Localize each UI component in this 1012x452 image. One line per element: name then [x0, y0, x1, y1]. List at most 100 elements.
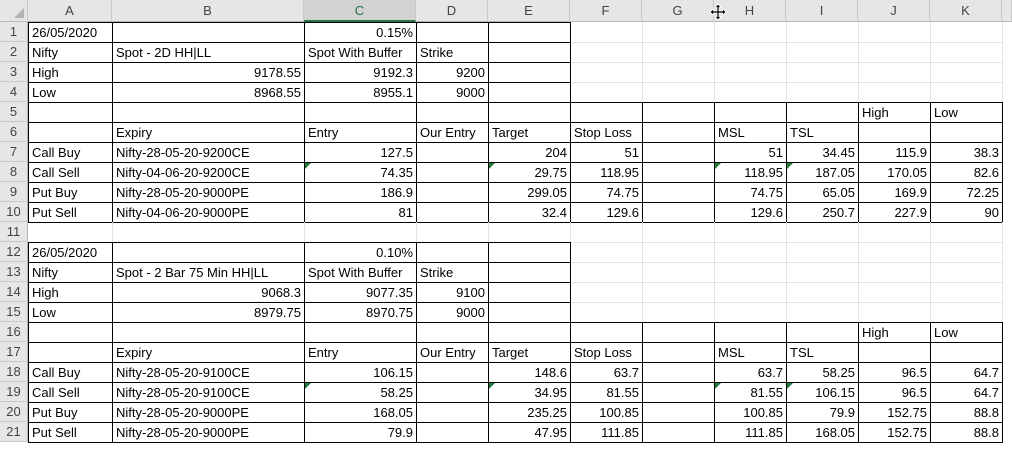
cell-k3[interactable]	[930, 62, 1003, 83]
cell-g10[interactable]	[642, 202, 715, 223]
row-header-12[interactable]: 12	[0, 242, 28, 262]
cell-i10[interactable]: 250.7	[786, 202, 859, 223]
row-header-5[interactable]: 5	[0, 102, 28, 122]
cell-h10[interactable]: 129.6	[714, 202, 787, 223]
cell-i13[interactable]	[786, 262, 859, 283]
cell-k13[interactable]	[930, 262, 1003, 283]
cell-c21[interactable]: 79.9	[304, 422, 417, 443]
row-header-14[interactable]: 14	[0, 282, 28, 302]
row-header-10[interactable]: 10	[0, 202, 28, 222]
cell-a6[interactable]	[28, 122, 113, 143]
cell-f8[interactable]: 118.95	[570, 162, 643, 183]
column-header-e[interactable]: E	[488, 0, 570, 22]
cell-b9[interactable]: Nifty-28-05-20-9000PE	[112, 182, 305, 203]
cell-b3[interactable]: 9178.55	[112, 62, 305, 83]
cell-k12[interactable]	[930, 242, 1003, 263]
cell-f9[interactable]: 74.75	[570, 182, 643, 203]
row-header-20[interactable]: 20	[0, 402, 28, 422]
cell-h2[interactable]	[714, 42, 787, 63]
cell-i17[interactable]: TSL	[786, 342, 859, 363]
cell-c5[interactable]	[304, 102, 417, 123]
cell-g11[interactable]	[642, 222, 715, 243]
cell-i4[interactable]	[786, 82, 859, 103]
cell-c9[interactable]: 186.9	[304, 182, 417, 203]
row-header-3[interactable]: 3	[0, 62, 28, 82]
cell-g6[interactable]	[642, 122, 715, 143]
cell-b2[interactable]: Spot - 2D HH|LL	[112, 42, 305, 63]
cell-f14[interactable]	[570, 282, 643, 303]
column-header-k[interactable]: K	[930, 0, 1002, 22]
cell-f13[interactable]	[570, 262, 643, 283]
row-header-15[interactable]: 15	[0, 302, 28, 322]
cell-c3[interactable]: 9192.3	[304, 62, 417, 83]
cell-a9[interactable]: Put Buy	[28, 182, 113, 203]
cell-g21[interactable]	[642, 422, 715, 443]
cell-b8[interactable]: Nifty-04-06-20-9200CE	[112, 162, 305, 183]
cell-g15[interactable]	[642, 302, 715, 323]
cell-e4[interactable]	[488, 82, 571, 103]
cell-a21[interactable]: Put Sell	[28, 422, 113, 443]
cell-b5[interactable]	[112, 102, 305, 123]
row-header-8[interactable]: 8	[0, 162, 28, 182]
cell-h8[interactable]: 118.95	[714, 162, 787, 183]
cell-a12[interactable]: 26/05/2020	[28, 242, 113, 263]
cell-e3[interactable]	[488, 62, 571, 83]
cell-i20[interactable]: 79.9	[786, 402, 859, 423]
cell-i9[interactable]: 65.05	[786, 182, 859, 203]
cell-g1[interactable]	[642, 22, 715, 43]
cell-h13[interactable]	[714, 262, 787, 283]
cell-h7[interactable]: 51	[714, 142, 787, 163]
column-header-b[interactable]: B	[112, 0, 304, 22]
cell-k17[interactable]	[930, 342, 1003, 363]
cell-d13[interactable]: Strike	[416, 262, 489, 283]
cell-g20[interactable]	[642, 402, 715, 423]
cell-b10[interactable]: Nifty-04-06-20-9000PE	[112, 202, 305, 223]
cell-a1[interactable]: 26/05/2020	[28, 22, 113, 43]
cell-j5[interactable]: High	[858, 102, 931, 123]
cell-b21[interactable]: Nifty-28-05-20-9000PE	[112, 422, 305, 443]
cell-c14[interactable]: 9077.35	[304, 282, 417, 303]
cell-j1[interactable]	[858, 22, 931, 43]
cell-g16[interactable]	[642, 322, 715, 343]
cell-c4[interactable]: 8955.1	[304, 82, 417, 103]
cell-j12[interactable]	[858, 242, 931, 263]
cell-i11[interactable]	[786, 222, 859, 243]
cell-c2[interactable]: Spot With Buffer	[304, 42, 417, 63]
cell-c1[interactable]: 0.15%	[304, 22, 417, 43]
row-header-11[interactable]: 11	[0, 222, 28, 242]
cell-k5[interactable]: Low	[930, 102, 1003, 123]
cell-i2[interactable]	[786, 42, 859, 63]
cell-e13[interactable]	[488, 262, 571, 283]
cell-f12[interactable]	[570, 242, 643, 263]
cell-j8[interactable]: 170.05	[858, 162, 931, 183]
cell-a18[interactable]: Call Buy	[28, 362, 113, 383]
cell-f3[interactable]	[570, 62, 643, 83]
cell-d11[interactable]	[416, 222, 489, 243]
column-header-f[interactable]: F	[570, 0, 642, 22]
cell-g9[interactable]	[642, 182, 715, 203]
cell-i3[interactable]	[786, 62, 859, 83]
cell-d14[interactable]: 9100	[416, 282, 489, 303]
cell-d2[interactable]: Strike	[416, 42, 489, 63]
cell-d5[interactable]	[416, 102, 489, 123]
cell-j17[interactable]	[858, 342, 931, 363]
cell-j14[interactable]	[858, 282, 931, 303]
row-header-13[interactable]: 13	[0, 262, 28, 282]
cell-h3[interactable]	[714, 62, 787, 83]
cell-d21[interactable]	[416, 422, 489, 443]
cell-b18[interactable]: Nifty-28-05-20-9100CE	[112, 362, 305, 383]
cell-h4[interactable]	[714, 82, 787, 103]
cell-j6[interactable]	[858, 122, 931, 143]
row-header-16[interactable]: 16	[0, 322, 28, 342]
cell-a10[interactable]: Put Sell	[28, 202, 113, 223]
cell-e8[interactable]: 29.75	[488, 162, 571, 183]
cell-h17[interactable]: MSL	[714, 342, 787, 363]
column-header-g[interactable]: G	[642, 0, 714, 22]
cell-h9[interactable]: 74.75	[714, 182, 787, 203]
cell-j9[interactable]: 169.9	[858, 182, 931, 203]
cell-i15[interactable]	[786, 302, 859, 323]
column-header-i[interactable]: I	[786, 0, 858, 22]
cell-j21[interactable]: 152.75	[858, 422, 931, 443]
cell-e14[interactable]	[488, 282, 571, 303]
cell-d6[interactable]: Our Entry	[416, 122, 489, 143]
